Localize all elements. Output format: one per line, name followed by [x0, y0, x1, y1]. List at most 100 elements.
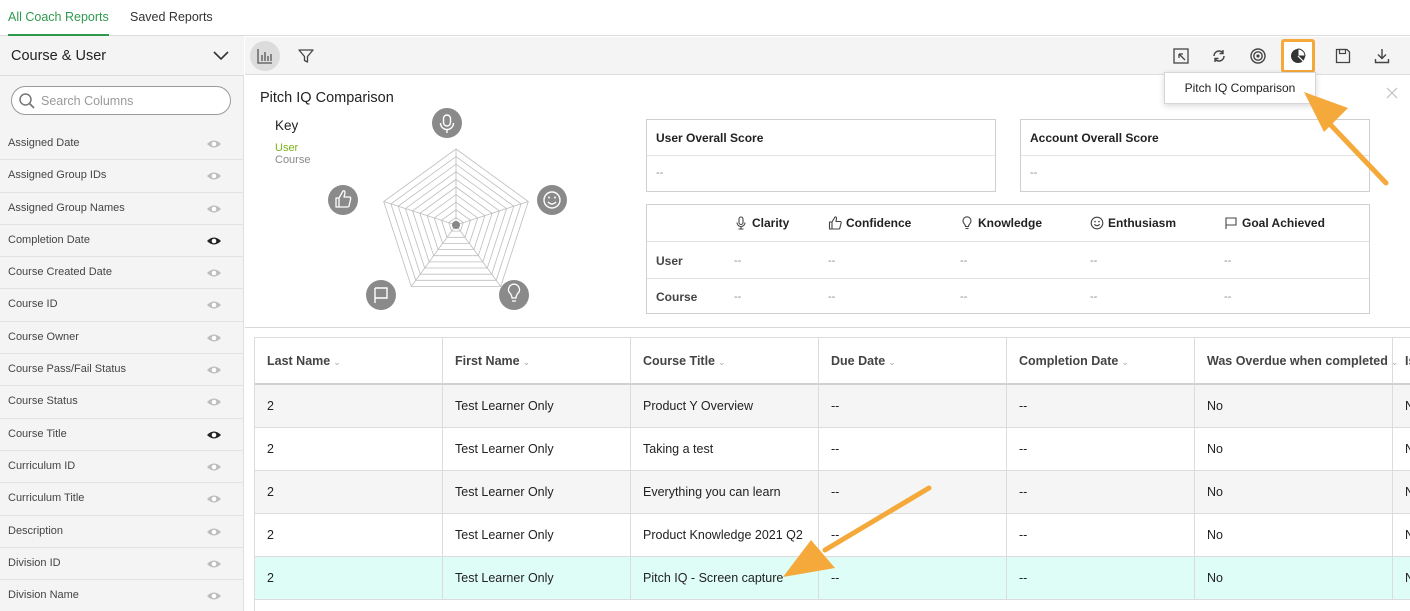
table-cell: --	[1007, 471, 1195, 513]
metrics-user-row: User -- -- -- -- --	[647, 242, 1369, 279]
table-cell: --	[1007, 428, 1195, 470]
pitch-iq-panel: Pitch IQ Comparison Key User Course User…	[245, 76, 1410, 328]
column-header-label: Completion Date	[1019, 354, 1119, 368]
table-cell: Test Learner Only	[443, 514, 631, 556]
eye-icon[interactable]	[206, 590, 222, 602]
column-header-label: Is	[1405, 354, 1410, 368]
column-header[interactable]: Is	[1393, 338, 1410, 384]
pitch-radar-chart	[328, 108, 567, 310]
sidebar-title: Course & User	[11, 48, 107, 64]
download-icon	[1374, 49, 1390, 64]
search-columns-input[interactable]	[41, 90, 221, 111]
column-list-item[interactable]: Description	[0, 516, 244, 548]
eye-icon[interactable]	[206, 267, 222, 279]
key-title: Key	[275, 118, 299, 133]
table-cell: Taking a test	[631, 428, 819, 470]
column-label: Assigned Group IDs	[8, 169, 107, 182]
sort-chevron-icon[interactable]: ⌄	[333, 357, 341, 367]
column-list-item[interactable]: Completion Date	[0, 225, 244, 258]
save-button[interactable]	[1328, 41, 1358, 71]
download-button[interactable]	[1367, 41, 1397, 71]
eye-icon[interactable]	[206, 558, 222, 570]
sort-chevron-icon[interactable]: ⌄	[1121, 357, 1129, 367]
column-list-item[interactable]: Division ID	[0, 548, 244, 581]
eye-icon[interactable]	[206, 332, 222, 344]
column-header-label: Last Name	[267, 354, 331, 368]
column-header[interactable]: Last Name ⌄	[255, 338, 443, 384]
metric-value: --	[734, 255, 742, 267]
column-header[interactable]: Course Title ⌄	[631, 338, 819, 384]
column-list-item[interactable]: Assigned Group Names	[0, 193, 244, 225]
column-header[interactable]: Due Date ⌄	[819, 338, 1007, 384]
target-button[interactable]	[1243, 41, 1273, 71]
metric-value: --	[960, 255, 968, 267]
smile-icon	[1090, 216, 1104, 230]
sort-chevron-icon[interactable]: ⌄	[888, 357, 896, 367]
column-list-item[interactable]: Curriculum ID	[0, 451, 244, 484]
eye-icon-visible[interactable]	[206, 235, 222, 247]
column-label: Course Pass/Fail Status	[8, 363, 126, 376]
metrics-row-label: Course	[656, 290, 698, 304]
column-list-item[interactable]: Course Created Date	[0, 257, 244, 290]
table-cell: 2	[255, 385, 443, 427]
radar-spoke	[383, 201, 457, 226]
tab-all-coach-reports[interactable]: All Coach Reports	[8, 0, 109, 36]
column-list-item[interactable]: Course Title	[0, 419, 244, 451]
search-columns-box	[11, 86, 231, 115]
table-cell: No	[1195, 428, 1393, 470]
eye-icon-visible[interactable]	[206, 429, 222, 441]
eye-icon[interactable]	[206, 526, 222, 538]
tab-saved-reports[interactable]: Saved Reports	[130, 0, 213, 36]
table-cell: --	[1007, 514, 1195, 556]
filter-button[interactable]	[291, 41, 321, 71]
user-overall-score-card: User Overall Score --	[646, 119, 996, 192]
column-label: Course Status	[8, 395, 78, 408]
column-list-item[interactable]: Curriculum Title	[0, 483, 244, 516]
eye-icon[interactable]	[206, 299, 222, 311]
table-cell: 2	[255, 471, 443, 513]
column-list-item[interactable]: Assigned Group IDs	[0, 160, 244, 193]
metric-knowledge-header: Knowledge	[960, 216, 1042, 230]
eye-icon[interactable]	[206, 396, 222, 408]
table-cell: Test Learner Only	[443, 471, 631, 513]
refresh-button[interactable]	[1204, 41, 1234, 71]
table-cell: Product Y Overview	[631, 385, 819, 427]
column-list-item[interactable]: Assigned Date	[0, 128, 244, 161]
column-label: Division ID	[8, 556, 61, 569]
eye-icon[interactable]	[206, 138, 222, 150]
mic-icon	[432, 108, 462, 138]
column-list-item[interactable]: Course Owner	[0, 322, 244, 355]
eye-icon[interactable]	[206, 170, 222, 182]
column-list-item[interactable]: Course ID	[0, 289, 244, 322]
sidebar-header[interactable]: Course & User	[0, 36, 244, 76]
table-cell: No	[1195, 385, 1393, 427]
column-label: Course Created Date	[8, 266, 112, 279]
column-header[interactable]: Completion Date ⌄	[1007, 338, 1195, 384]
chevron-down-icon[interactable]	[212, 48, 230, 64]
metric-value: --	[1090, 291, 1098, 303]
metric-value: --	[960, 291, 968, 303]
column-list-item[interactable]: Division Name	[0, 580, 244, 611]
eye-icon[interactable]	[206, 203, 222, 215]
table-cell: N	[1393, 557, 1410, 599]
table-row[interactable]: 2 Test Learner Only Product Y Overview -- --…	[255, 385, 1410, 428]
chart-view-button[interactable]	[250, 41, 280, 71]
expand-button[interactable]	[1166, 41, 1196, 71]
table-cell: No	[1195, 514, 1393, 556]
table-cell: Test Learner Only	[443, 428, 631, 470]
eye-icon[interactable]	[206, 461, 222, 473]
column-list-item[interactable]: Course Pass/Fail Status	[0, 354, 244, 387]
column-list-item[interactable]: Course Status	[0, 386, 244, 419]
column-header[interactable]: First Name ⌄	[443, 338, 631, 384]
sort-chevron-icon[interactable]: ⌄	[523, 357, 531, 367]
key-user-legend: User	[275, 142, 299, 154]
pitch-iq-comparison-button[interactable]	[1281, 39, 1315, 73]
table-cell: N	[1393, 471, 1410, 513]
sort-chevron-icon[interactable]: ⌄	[718, 357, 726, 367]
column-header[interactable]: Was Overdue when completed ⌄	[1195, 338, 1398, 384]
table-row[interactable]: 2Test Learner OnlyTaking a test----NoN	[255, 428, 1410, 471]
eye-icon[interactable]	[206, 493, 222, 505]
filter-icon	[298, 49, 314, 63]
eye-icon[interactable]	[206, 364, 222, 376]
table-cell: --	[1007, 557, 1195, 599]
